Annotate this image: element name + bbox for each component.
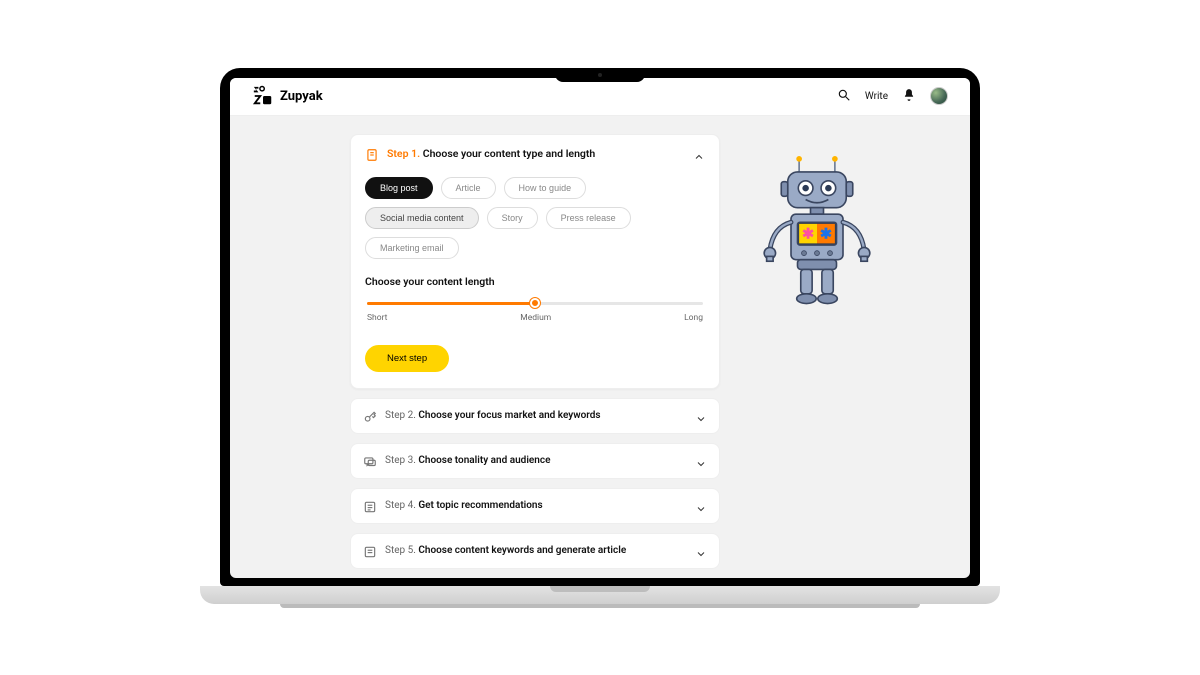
length-section-title: Choose your content length — [365, 275, 705, 288]
content-type-how-to-guide[interactable]: How to guide — [504, 177, 587, 199]
brand-name: Zupyak — [280, 89, 323, 104]
next-step-button[interactable]: Next step — [365, 345, 449, 372]
robot-illustration: ✱ ✱ — [752, 134, 882, 321]
step-label: Step 5. Choose content keywords and gene… — [385, 545, 626, 556]
laptop-base — [200, 586, 1000, 604]
step-label: Step 3. Choose tonality and audience — [385, 455, 550, 466]
app-header: Zupyak Write — [230, 78, 970, 116]
step1-header[interactable]: Step 1. Choose your content type and len… — [351, 135, 719, 173]
step-row-2[interactable]: Step 2. Choose your focus market and key… — [350, 398, 720, 434]
length-slider[interactable]: Short Medium Long — [367, 302, 703, 323]
laptop-foot — [280, 604, 920, 608]
step-row-3[interactable]: Step 3. Choose tonality and audience — [350, 443, 720, 479]
bell-icon[interactable] — [902, 87, 916, 106]
brand-logo[interactable]: Zupyak — [252, 85, 323, 107]
app-viewport: Zupyak Write — [230, 78, 970, 578]
svg-text:✱: ✱ — [820, 224, 833, 242]
slider-label-medium: Medium — [520, 313, 551, 323]
slider-label-short: Short — [367, 313, 387, 323]
slider-fill — [367, 302, 535, 305]
avatar[interactable] — [930, 87, 948, 105]
content-area: Step 1. Choose your content type and len… — [230, 116, 970, 578]
wizard-column: Step 1. Choose your content type and len… — [350, 134, 720, 578]
key-icon — [363, 409, 377, 423]
step-label: Step 4. Get topic recommendations — [385, 500, 543, 511]
content-type-blog-post[interactable]: Blog post — [365, 177, 433, 199]
slider-labels: Short Medium Long — [367, 313, 703, 323]
write-link[interactable]: Write — [865, 91, 888, 102]
content-type-story[interactable]: Story — [487, 207, 538, 229]
chevron-up-icon — [693, 148, 705, 160]
chevron-down-icon — [695, 545, 707, 557]
content-type-social-media-content[interactable]: Social media content — [365, 207, 479, 229]
step-row-5[interactable]: Step 5. Choose content keywords and gene… — [350, 533, 720, 569]
svg-text:✱: ✱ — [802, 224, 815, 242]
step1-panel: Step 1. Choose your content type and len… — [350, 134, 720, 389]
chevron-down-icon — [695, 455, 707, 467]
document-icon — [365, 147, 379, 161]
slider-label-long: Long — [684, 313, 703, 323]
search-icon[interactable] — [837, 87, 851, 106]
step-row-4[interactable]: Step 4. Get topic recommendations — [350, 488, 720, 524]
slider-track — [367, 302, 703, 305]
laptop-mockup: Zupyak Write — [220, 68, 980, 608]
content-type-article[interactable]: Article — [441, 177, 496, 199]
chat-icon — [363, 454, 377, 468]
header-actions: Write — [837, 87, 948, 106]
content-type-options: Blog post Article How to guide Social media… — [365, 177, 705, 259]
content-type-press-release[interactable]: Press release — [546, 207, 631, 229]
list-icon — [363, 499, 377, 513]
laptop-notch — [555, 68, 645, 82]
slider-knob[interactable] — [530, 298, 540, 308]
step-label: Step 2. Choose your focus market and key… — [385, 410, 601, 421]
brand-mark-icon — [252, 85, 274, 107]
chevron-down-icon — [695, 410, 707, 422]
doc-icon — [363, 544, 377, 558]
chevron-down-icon — [695, 500, 707, 512]
step1-title: Step 1. Choose your content type and len… — [387, 147, 595, 160]
screen-bezel: Zupyak Write — [220, 68, 980, 586]
content-type-marketing-email[interactable]: Marketing email — [365, 237, 459, 259]
step1-body: Blog post Article How to guide Social media… — [351, 173, 719, 388]
